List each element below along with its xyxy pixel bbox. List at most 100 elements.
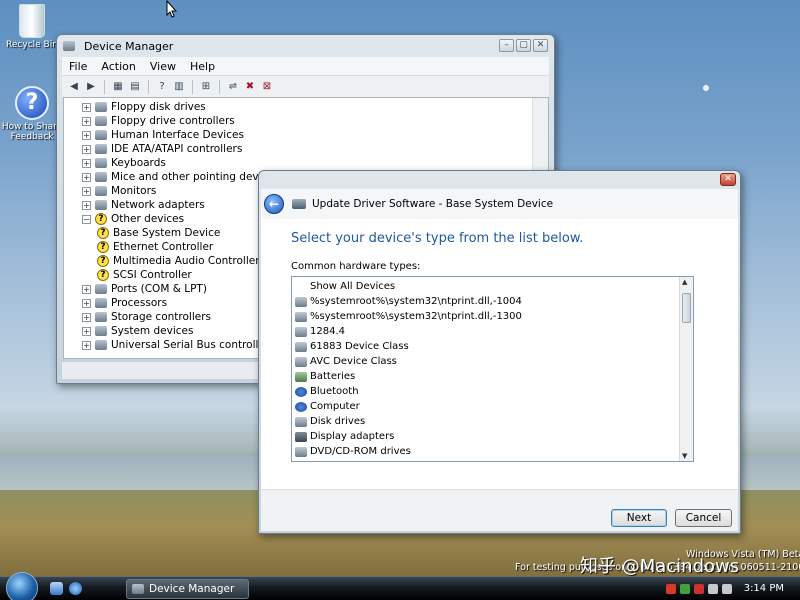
recycle-bin-shortcut[interactable]: Recycle Bin	[0, 4, 64, 50]
device-category-icon	[95, 284, 107, 294]
hardware-type-item[interactable]: Display adapters	[295, 429, 394, 444]
hardware-type-icon	[295, 356, 307, 367]
menu-file[interactable]: File	[62, 60, 94, 73]
help-book-icon[interactable]: ?	[155, 80, 169, 94]
menubar: File Action View Help	[62, 57, 549, 75]
tree-category[interactable]: + Floppy drive controllers	[82, 114, 235, 128]
uninstall-device-icon[interactable]: ⊠	[260, 80, 274, 94]
back-arrow-icon[interactable]: ◀	[67, 80, 81, 94]
tree-category[interactable]: + Floppy disk drives	[82, 100, 206, 114]
tree-item-label: System devices	[111, 325, 194, 337]
alert-icon[interactable]	[694, 584, 704, 594]
tree-item-label: Human Interface Devices	[111, 129, 244, 141]
driver-icon	[292, 199, 306, 209]
scroll-down-icon[interactable]: ▼	[682, 452, 687, 460]
tree-device[interactable]: ? Multimedia Audio Controller	[97, 254, 260, 268]
scroll-thumb[interactable]	[682, 293, 691, 323]
tree-category[interactable]: + Keyboards	[82, 156, 166, 170]
hardware-type-item[interactable]: %systemroot%\system32\ntprint.dll,-1004	[295, 294, 522, 309]
tree-category[interactable]: + Mice and other pointing devices	[82, 170, 279, 184]
hardware-type-icon	[295, 341, 307, 352]
feedback-shortcut[interactable]: ? How to Share Feedback	[0, 86, 64, 142]
disable-device-icon[interactable]: ✖	[243, 80, 257, 94]
tree-device[interactable]: ? Ethernet Controller	[97, 240, 213, 254]
menu-view[interactable]: View	[143, 60, 183, 73]
hardware-types-list[interactable]: ▲ ▼ Show All Devices %systemroot%\system3…	[291, 276, 694, 462]
tree-item-label: Multimedia Audio Controller	[113, 255, 260, 267]
hardware-type-label: Display adapters	[310, 431, 395, 442]
expand-icon[interactable]: +	[82, 158, 91, 168]
device-manager-icon	[132, 584, 144, 594]
hardware-type-item[interactable]: AVC Device Class	[295, 354, 397, 369]
tree-category[interactable]: + Monitors	[82, 184, 156, 198]
expand-icon[interactable]: +	[82, 340, 91, 350]
watermark: 知乎 @Macindows	[580, 556, 740, 577]
device-category-icon	[95, 116, 107, 126]
menu-action[interactable]: Action	[94, 60, 142, 73]
action-pane-icon[interactable]: ▥	[172, 80, 186, 94]
hardware-type-item[interactable]: 61883 Device Class	[295, 339, 409, 354]
taskbar-device-manager[interactable]: Device Manager	[126, 579, 249, 599]
expand-icon[interactable]: +	[82, 312, 91, 322]
hardware-type-item[interactable]: Batteries	[295, 369, 355, 384]
internet-explorer-icon[interactable]	[69, 582, 82, 595]
toolbar: ◀ ▶ ▦ ▤ ? ▥ ⊞ ⇌ ✖ ⊠	[62, 75, 549, 97]
expand-icon[interactable]: +	[82, 130, 91, 140]
collapse-icon[interactable]: −	[82, 214, 91, 224]
hardware-type-item[interactable]: 1284.4	[295, 324, 345, 339]
security-center-icon[interactable]	[666, 584, 676, 594]
maximize-button[interactable]: ▢	[516, 39, 531, 52]
tree-category[interactable]: + Processors	[82, 296, 167, 310]
scroll-up-icon[interactable]: ▲	[682, 278, 687, 286]
menu-help[interactable]: Help	[183, 60, 222, 73]
tree-category[interactable]: + System devices	[82, 324, 193, 338]
tree-category[interactable]: + Storage controllers	[82, 310, 211, 324]
close-button[interactable]: ✕	[533, 39, 548, 52]
expand-icon[interactable]: +	[82, 284, 91, 294]
tree-category[interactable]: + Ports (COM & LPT)	[82, 282, 207, 296]
update-driver-icon[interactable]: ⇌	[226, 80, 240, 94]
expand-icon[interactable]: +	[82, 200, 91, 210]
expand-icon[interactable]: +	[82, 144, 91, 154]
tree-category[interactable]: + IDE ATA/ATAPI controllers	[82, 142, 242, 156]
expand-icon[interactable]: +	[82, 172, 91, 182]
hardware-type-item[interactable]: Show All Devices	[295, 279, 395, 294]
tree-category[interactable]: + Network adapters	[82, 198, 205, 212]
tree-category[interactable]: + Universal Serial Bus controllers	[82, 338, 275, 352]
device-manager-titlebar[interactable]: Device Manager – ▢ ✕	[57, 35, 554, 57]
volume-icon[interactable]	[708, 584, 718, 594]
back-button[interactable]: ←	[264, 194, 284, 214]
tree-item-label: Storage controllers	[111, 311, 211, 323]
taskbar: Device Manager 3:14 PM	[0, 572, 800, 600]
hardware-type-item[interactable]: Disk drives	[295, 414, 365, 429]
tree-category[interactable]: −? Other devices	[82, 212, 184, 226]
minimize-button[interactable]: –	[499, 39, 514, 52]
hardware-type-item[interactable]: %systemroot%\system32\ntprint.dll,-1300	[295, 309, 522, 324]
next-button[interactable]: Next	[611, 509, 667, 527]
hardware-type-item[interactable]: DVD/CD-ROM drives	[295, 444, 411, 459]
tree-category[interactable]: + Human Interface Devices	[82, 128, 244, 142]
clock[interactable]: 3:14 PM	[744, 583, 784, 594]
cancel-button[interactable]: Cancel	[675, 509, 732, 527]
hardware-type-item[interactable]: Computer	[295, 399, 360, 414]
expand-icon[interactable]: +	[82, 116, 91, 126]
power-icon[interactable]	[722, 584, 732, 594]
expand-icon[interactable]: +	[82, 298, 91, 308]
forward-arrow-icon[interactable]: ▶	[84, 80, 98, 94]
console-tree-icon[interactable]: ▦	[111, 80, 125, 94]
hardware-type-item[interactable]: Bluetooth	[295, 384, 359, 399]
hardware-type-label: Show All Devices	[310, 281, 396, 292]
tree-device[interactable]: ? Base System Device	[97, 226, 220, 240]
list-scrollbar[interactable]: ▲ ▼	[679, 277, 693, 461]
tree-device[interactable]: ? SCSI Controller	[97, 268, 192, 282]
network-icon[interactable]	[680, 584, 690, 594]
show-desktop-icon[interactable]	[50, 582, 63, 595]
start-button[interactable]	[6, 572, 38, 600]
expand-icon[interactable]: +	[82, 186, 91, 196]
expand-icon[interactable]: +	[82, 326, 91, 336]
properties-icon[interactable]: ▤	[128, 80, 142, 94]
scan-hardware-icon[interactable]: ⊞	[199, 80, 213, 94]
hardware-type-icon	[295, 431, 307, 442]
dialog-close-button[interactable]: ✕	[720, 173, 736, 186]
expand-icon[interactable]: +	[82, 102, 91, 112]
